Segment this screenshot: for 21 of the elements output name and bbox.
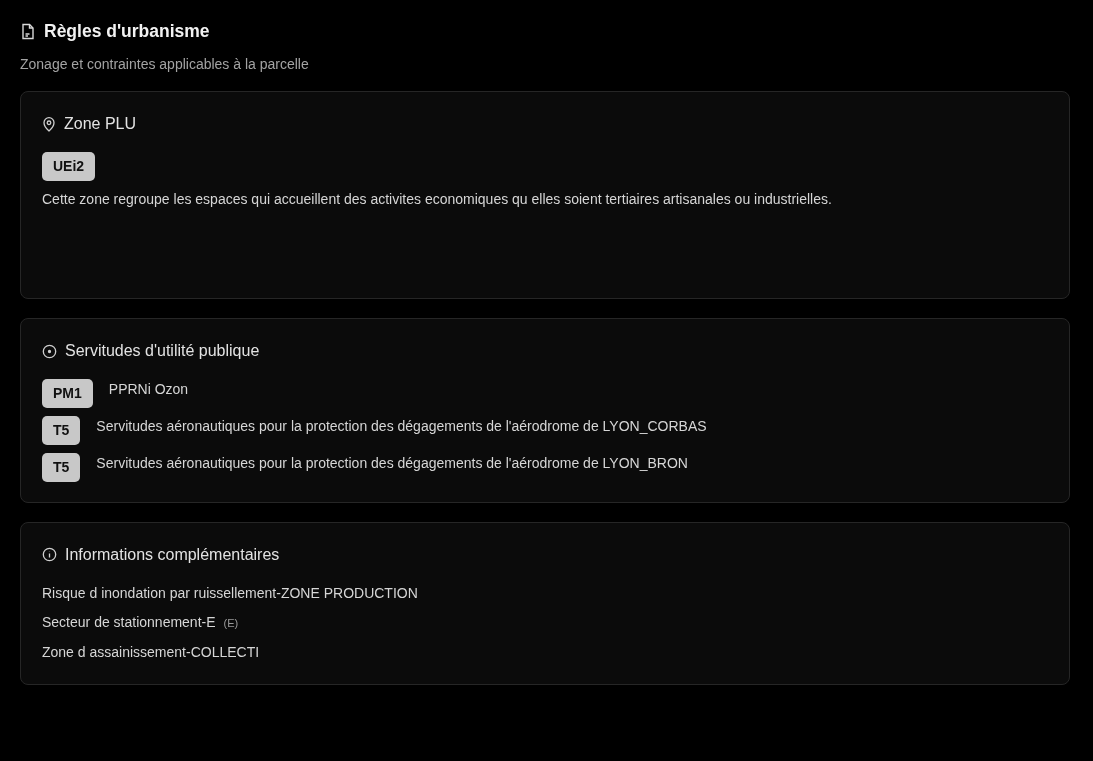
info-icon: [42, 547, 57, 563]
servitude-label: Servitudes aéronautiques pour la protection des dégagements de l'aérodrome de LYON_BRON: [96, 453, 688, 473]
page-subtitle: Zonage et contraintes applicables à la parcelle: [20, 55, 310, 75]
circle-icon: [42, 343, 57, 359]
zone-tag: UEi2: [42, 152, 96, 182]
section-title: Servitudes d'utilité publique: [65, 341, 260, 362]
servitude-label: PPRNi Ozon: [108, 380, 189, 400]
page-title: Règles d'urbanisme: [44, 20, 210, 43]
servitude-code: PM1: [42, 379, 93, 409]
document-icon: [20, 22, 36, 40]
info-label: Zone d assainissement-COLLECTI: [42, 643, 260, 662]
servitude-code: T5: [42, 416, 81, 445]
servitude-label: Servitudes aéronautiques pour la protection des dégagements de l'aérodrome de LYON_CORBAS: [96, 417, 707, 437]
section-title: Zone PLU: [64, 114, 137, 135]
info-label: Secteur de stationnement-E: [42, 613, 216, 633]
location-pin-icon: [42, 116, 56, 132]
section-title: Informations complémentaires: [65, 544, 280, 565]
zone-description: Cette zone regroupe les espaces qui accueillent des activites economiques qu elles soient tertiaires artisanales ou industrielles.: [42, 190, 833, 210]
info-code: (E): [223, 616, 239, 632]
info-label: Risque d inondation par ruissellement-ZONE PRODUCTION: [42, 583, 418, 603]
servitude-code: T5: [42, 452, 81, 482]
